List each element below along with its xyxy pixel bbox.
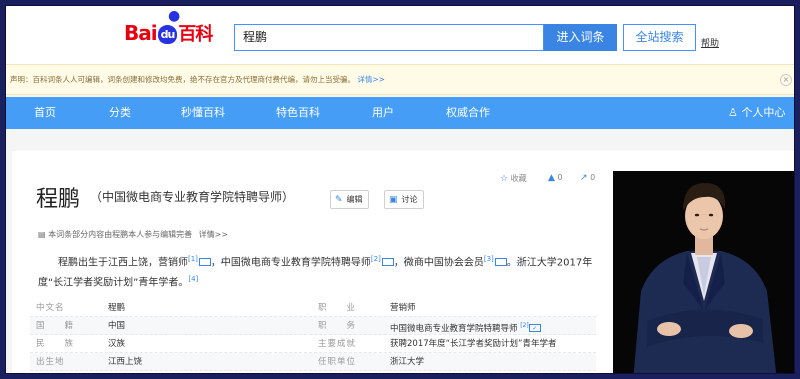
like-button[interactable]: ▲ 0: [548, 173, 563, 183]
browser-frame: ● Bai du 百科 程鹏 进入词条 全站搜索 帮助 声明：百科词条人人可编辑，词…: [5, 5, 795, 374]
info-label: 中文名: [36, 303, 65, 313]
site-search-button[interactable]: 全站搜索: [623, 24, 696, 51]
nav-item-home[interactable]: 首页: [34, 97, 56, 129]
logo-bai-text: Bai: [124, 21, 158, 45]
pencil-icon: ✎: [335, 195, 343, 205]
baidu-baike-logo[interactable]: ● Bai du 百科: [124, 8, 213, 46]
entry-content: 程鹏 （中国微电商专业教育学院特聘导师） ✎ 编辑 ▣ 讨论 ☆ 收藏 ▲ 0 ↗ …: [12, 151, 794, 373]
user-center-link[interactable]: ♙ 个人中心: [728, 97, 785, 129]
ref-image-icon[interactable]: ✓: [198, 258, 225, 267]
search-input[interactable]: 程鹏: [234, 24, 544, 51]
user-center-label: 个人中心: [741, 106, 786, 119]
portrait-photo[interactable]: [613, 171, 794, 373]
para-text-2: ，中国微电商专业教育学院特聘导师: [210, 257, 371, 269]
info-label: 主要成就: [318, 339, 357, 349]
share-count: 0: [590, 173, 596, 182]
edit-button-label: 编辑: [346, 195, 363, 204]
reference-1[interactable]: [1]: [188, 255, 198, 263]
edit-note: ▤ 本词条部分内容由程鹏本人参与编辑完善 详情>>: [38, 229, 228, 240]
basic-info-row: 出生地 江西上饶 任职单位 浙江大学: [30, 353, 596, 371]
main-nav: 首页 分类 秒懂百科 特色百科 用户 权威合作 ♙ 个人中心: [6, 97, 794, 129]
nav-item-miaodong[interactable]: 秒懂百科: [181, 97, 225, 129]
thumbs-up-icon: ▲: [548, 173, 555, 183]
like-count: 0: [557, 173, 563, 182]
reference-2[interactable]: [2]: [520, 322, 529, 329]
document-icon: ▤: [38, 230, 46, 239]
info-label: 任职单位: [318, 357, 357, 367]
info-label: 职 务: [318, 321, 357, 331]
ref-image-icon[interactable]: ✓: [528, 324, 541, 333]
info-value: 浙江大学: [390, 357, 425, 367]
discuss-button-label: 讨论: [401, 195, 418, 204]
edit-note-detail-link[interactable]: 详情>>: [199, 230, 228, 239]
edit-button[interactable]: ✎ 编辑: [330, 190, 369, 209]
info-value: 江西上饶: [108, 357, 143, 367]
basic-info-table: 中文名 程鹏 职 业 营销师 国 籍 中国 职 务 中国微电商专业教育学院特聘导…: [30, 299, 596, 371]
enter-entry-button[interactable]: 进入词条: [544, 24, 617, 51]
collect-button[interactable]: ☆ 收藏: [500, 173, 527, 184]
notice-text: 声明：百科词条人人可编辑，词条创建和修改均免费，绝不存在官方及代理商付费代编，请…: [10, 75, 355, 84]
info-value: 营销师: [390, 303, 416, 313]
para-text-1: 程鹏出生于江西上饶，营销师: [58, 257, 188, 269]
basic-info-row: 民 族 汉族 主要成就 获聘2017年度“长江学者奖励计划”青年学者: [30, 335, 596, 353]
nav-item-category[interactable]: 分类: [109, 97, 131, 129]
info-label: 职 业: [318, 303, 357, 313]
basic-info-row: 中文名 程鹏 职 业 营销师: [30, 299, 596, 317]
help-link[interactable]: 帮助: [701, 36, 719, 49]
notice-bar: 声明：百科词条人人可编辑，词条创建和修改均免费，绝不存在官方及代理商付费代编，请…: [6, 64, 794, 95]
info-label: 国 籍: [36, 321, 75, 331]
collect-label: 收藏: [510, 174, 527, 183]
reference-2[interactable]: [2]: [371, 255, 381, 263]
discuss-button[interactable]: ▣ 讨论: [384, 190, 424, 209]
nav-item-authority[interactable]: 权威合作: [446, 97, 490, 129]
logo-baike-text: 百科: [178, 24, 213, 45]
para-text-3: ，微商中国协会会员: [393, 257, 484, 269]
info-label: 出生地: [36, 357, 65, 367]
nav-item-featured[interactable]: 特色百科: [276, 97, 320, 129]
portrait-illustration: [613, 171, 794, 373]
share-icon: ↗: [580, 173, 588, 183]
edit-note-text: 本词条部分内容由程鹏本人参与编辑完善: [48, 230, 193, 239]
logo-du-text: du: [157, 25, 178, 44]
nav-item-users[interactable]: 用户: [372, 97, 394, 129]
reference-3[interactable]: [3]: [484, 255, 494, 263]
close-icon[interactable]: ×: [780, 74, 792, 86]
ref-image-icon[interactable]: ✓: [494, 258, 521, 267]
ref-image-icon[interactable]: ✓: [381, 258, 408, 267]
basic-info-row: 国 籍 中国 职 务 中国微电商专业教育学院特聘导师 [2] ✓: [30, 317, 596, 335]
info-value-text: 中国微电商专业教育学院特聘导师: [390, 323, 518, 334]
notice-more-link[interactable]: 详情>>: [357, 75, 385, 84]
info-value: 汉族: [108, 339, 126, 349]
info-value: 中国: [108, 321, 126, 331]
info-value: 获聘2017年度“长江学者奖励计划”青年学者: [390, 339, 557, 349]
paw-icon: ●: [168, 8, 180, 24]
comment-icon: ▣: [389, 195, 398, 205]
star-icon: ☆: [500, 174, 509, 184]
info-label: 民 族: [36, 339, 75, 349]
header: ● Bai du 百科 程鹏 进入词条 全站搜索 帮助: [6, 6, 794, 64]
page-subtitle: （中国微电商专业教育学院特聘导师）: [90, 190, 295, 204]
reference-4[interactable]: [4]: [188, 275, 198, 283]
info-value: 程鹏: [108, 303, 126, 313]
share-button[interactable]: ↗ 0: [580, 173, 595, 183]
user-icon: ♙: [728, 106, 738, 119]
page-title: 程鹏: [36, 187, 81, 212]
summary-paragraph: 程鹏出生于江西上饶，营销师[1] ✓，中国微电商专业教育学院特聘导师[2] ✓，微商…: [38, 251, 598, 292]
